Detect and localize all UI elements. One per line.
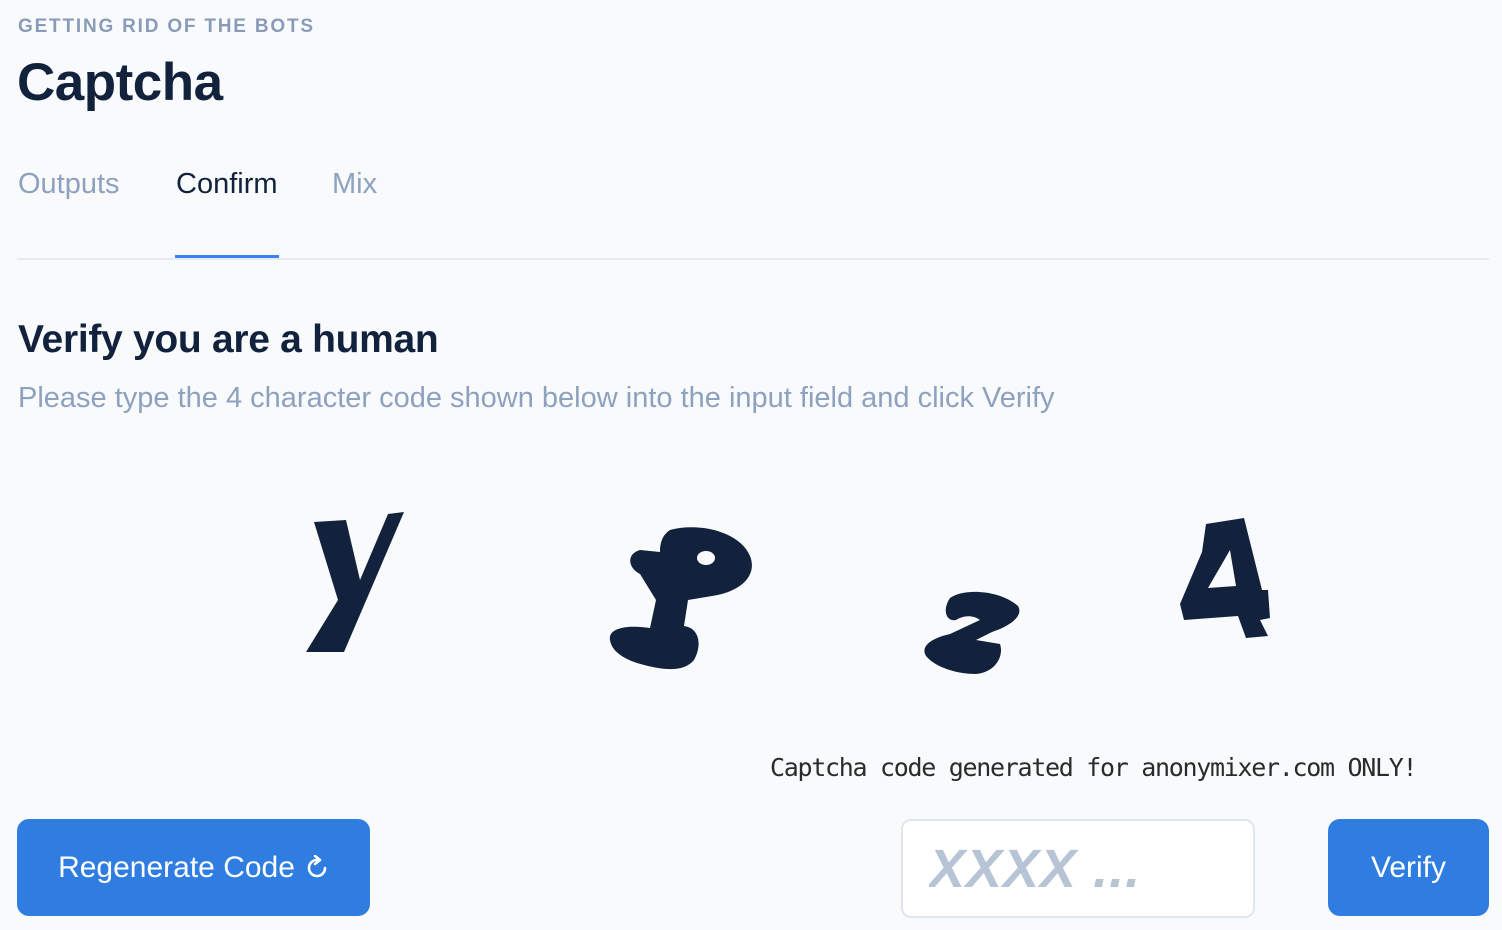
refresh-icon	[305, 854, 329, 881]
tab-bar: Outputs Confirm Mix	[17, 160, 1489, 260]
captcha-disclaimer: Captcha code generated for anonymixer.co…	[770, 753, 1418, 782]
verify-heading: Verify you are a human	[18, 318, 439, 361]
regenerate-label: Regenerate Code	[58, 850, 295, 884]
captcha-char-2	[609, 527, 752, 670]
captcha-page: GETTING RID OF THE BOTS Captcha Outputs …	[0, 0, 1502, 930]
captcha-char-4	[1180, 518, 1270, 638]
tab-outputs[interactable]: Outputs	[18, 160, 120, 256]
tab-confirm[interactable]: Confirm	[175, 160, 279, 258]
captcha-char-3	[924, 591, 1020, 674]
tab-mix[interactable]: Mix	[332, 160, 377, 256]
regenerate-code-button[interactable]: Regenerate Code	[17, 819, 370, 916]
page-title: Captcha	[17, 53, 223, 112]
captcha-code-input[interactable]	[901, 819, 1255, 918]
captcha-glyphs	[306, 512, 1270, 674]
verify-button[interactable]: Verify	[1328, 819, 1489, 916]
verify-instructions: Please type the 4 character code shown b…	[18, 382, 1055, 414]
captcha-image: Captcha code generated for anonymixer.co…	[0, 440, 1502, 800]
section-eyebrow: GETTING RID OF THE BOTS	[18, 16, 315, 37]
captcha-char-1	[306, 512, 404, 652]
